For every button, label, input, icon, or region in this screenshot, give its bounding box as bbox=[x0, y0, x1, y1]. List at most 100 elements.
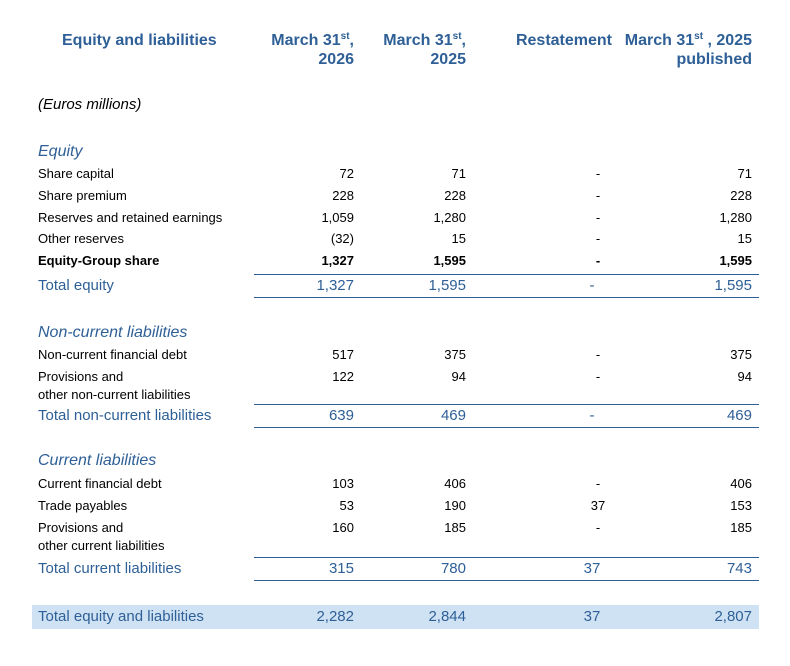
total-value-restatement: - bbox=[589, 407, 595, 424]
grand-total-value-restatement: 37 bbox=[583, 608, 601, 625]
grand-total-value-2025: 2,844 bbox=[428, 608, 466, 625]
header-col3-text: Restatement bbox=[515, 32, 612, 49]
total-value-published: 1,595 bbox=[714, 277, 752, 294]
row-value-restatement: - bbox=[595, 476, 601, 491]
row-label: Share premium bbox=[38, 188, 127, 203]
row-value-2026: 228 bbox=[332, 188, 354, 203]
total-value-2025: 1,595 bbox=[428, 277, 466, 294]
total-row-equity-and-liabilities: Total equity and liabilities 2,282 2,844… bbox=[0, 606, 790, 628]
row-value-2025: 71 bbox=[451, 166, 466, 181]
table-row-equity-group-share: Equity-Group share 1,327 1,595 - 1,595 bbox=[0, 253, 790, 269]
table-row-share-premium: Share premium 228 228 - 228 bbox=[0, 188, 790, 204]
section-title-equity: Equity bbox=[38, 143, 83, 160]
row-label: Share capital bbox=[38, 166, 114, 181]
table-row-current-debt: Current financial debt 103 406 - 406 bbox=[0, 476, 790, 492]
header-col2-line2: 2025 bbox=[430, 51, 466, 68]
table-row-reserves: Reserves and retained earnings 1,059 1,2… bbox=[0, 210, 790, 226]
total-value-2026: 315 bbox=[328, 560, 354, 577]
total-value-published: 469 bbox=[726, 407, 752, 424]
header-col2-pre: March 31 bbox=[383, 32, 453, 49]
row-value-restatement: - bbox=[595, 369, 601, 384]
row-value-restatement: - bbox=[595, 231, 601, 246]
row-value-2026: 72 bbox=[339, 166, 354, 181]
row-value-restatement: 37 bbox=[590, 498, 606, 513]
row-value-2025: 228 bbox=[444, 188, 466, 203]
table-row-trade-payables: Trade payables 53 190 37 153 bbox=[0, 498, 790, 514]
table-row-non-current-debt: Non-current financial debt 517 375 - 375 bbox=[0, 347, 790, 363]
row-label: Trade payables bbox=[38, 498, 128, 513]
row-label: Equity-Group share bbox=[38, 253, 160, 268]
divider-line bbox=[254, 297, 759, 298]
grand-total-label: Total equity and liabilities bbox=[38, 608, 204, 625]
total-value-restatement: - bbox=[589, 277, 595, 294]
row-value-2025: 1,280 bbox=[433, 210, 466, 225]
section-title-non-current: Non-current liabilities bbox=[38, 324, 188, 341]
total-value-restatement: 37 bbox=[583, 560, 601, 577]
total-value-2026: 639 bbox=[328, 407, 354, 424]
header-col4-line2: published bbox=[676, 51, 752, 68]
divider-line bbox=[254, 580, 759, 581]
header-col-march-2026: March 31st, 2026 bbox=[230, 31, 354, 69]
total-row-current: Total current liabilities 315 780 37 743 bbox=[0, 558, 790, 580]
row-value-published: 94 bbox=[737, 369, 752, 384]
row-value-2025: 375 bbox=[444, 347, 466, 362]
row-value-published: 153 bbox=[730, 498, 752, 513]
divider-line bbox=[254, 427, 759, 428]
total-value-2025: 780 bbox=[440, 560, 466, 577]
row-value-published: 71 bbox=[737, 166, 752, 181]
header-col1-sup: st bbox=[340, 31, 350, 42]
row-label: Reserves and retained earnings bbox=[38, 210, 223, 225]
header-col1-line2: 2026 bbox=[318, 51, 354, 68]
row-value-2026: 53 bbox=[339, 498, 354, 513]
row-value-published: 15 bbox=[737, 231, 752, 246]
row-value-restatement: - bbox=[595, 188, 601, 203]
row-label-line2: other current liabilities bbox=[38, 538, 165, 553]
row-value-restatement: - bbox=[595, 520, 601, 535]
row-value-2026: 103 bbox=[332, 476, 354, 491]
header-col4-pre: March 31 bbox=[624, 32, 695, 49]
row-value-published: 1,595 bbox=[719, 253, 752, 268]
header-col4-sup: st bbox=[694, 31, 704, 42]
row-label: Current financial debt bbox=[38, 476, 162, 491]
row-value-2026: 122 bbox=[332, 369, 354, 384]
total-row-non-current: Total non-current liabilities 639 469 - … bbox=[0, 405, 790, 427]
header-col2-post: , bbox=[461, 32, 466, 49]
header-col1-post: , bbox=[349, 32, 354, 49]
row-value-published: 375 bbox=[730, 347, 752, 362]
row-value-2026: 517 bbox=[332, 347, 354, 362]
row-label: Provisions and bbox=[38, 520, 124, 535]
row-label: Non-current financial debt bbox=[38, 347, 187, 362]
row-value-2026: 1,327 bbox=[321, 253, 354, 268]
row-value-2025: 190 bbox=[444, 498, 466, 513]
header-col1-pre: March 31 bbox=[271, 32, 341, 49]
row-label: Other reserves bbox=[38, 231, 124, 246]
row-value-published: 185 bbox=[730, 520, 752, 535]
table-row-non-current-provisions: Provisions and other non-current liabili… bbox=[0, 369, 790, 403]
row-value-restatement: - bbox=[595, 347, 601, 362]
row-value-2025: 15 bbox=[451, 231, 466, 246]
row-value-published: 406 bbox=[730, 476, 752, 491]
total-value-2026: 1,327 bbox=[316, 277, 354, 294]
row-value-published: 1,280 bbox=[719, 210, 752, 225]
row-value-restatement: - bbox=[595, 210, 601, 225]
row-label-line2: other non-current liabilities bbox=[38, 387, 191, 402]
header-col2-sup: st bbox=[452, 31, 462, 42]
row-label: Provisions and bbox=[38, 369, 124, 384]
table-row-share-capital: Share capital 72 71 - 71 bbox=[0, 166, 790, 182]
total-value-2025: 469 bbox=[440, 407, 466, 424]
header-label: Equity and liabilities bbox=[62, 32, 217, 49]
header-col-2025-published: March 31st , 2025 published bbox=[612, 31, 752, 69]
total-row-equity: Total equity 1,327 1,595 - 1,595 bbox=[0, 275, 790, 297]
section-title-current: Current liabilities bbox=[38, 452, 157, 469]
grand-total-value-published: 2,807 bbox=[714, 608, 752, 625]
total-label: Total current liabilities bbox=[38, 560, 182, 577]
table-row-current-provisions: Provisions and other current liabilities… bbox=[0, 520, 790, 554]
row-value-2026: 1,059 bbox=[321, 210, 354, 225]
row-value-2025: 94 bbox=[451, 369, 466, 384]
table-row-other-reserves: Other reserves (32) 15 - 15 bbox=[0, 231, 790, 247]
row-value-2025: 406 bbox=[444, 476, 466, 491]
row-value-2026: 160 bbox=[332, 520, 354, 535]
units-label: (Euros millions) bbox=[38, 96, 142, 113]
header-col4-post: , 2025 bbox=[703, 32, 753, 49]
row-value-2025: 185 bbox=[444, 520, 466, 535]
